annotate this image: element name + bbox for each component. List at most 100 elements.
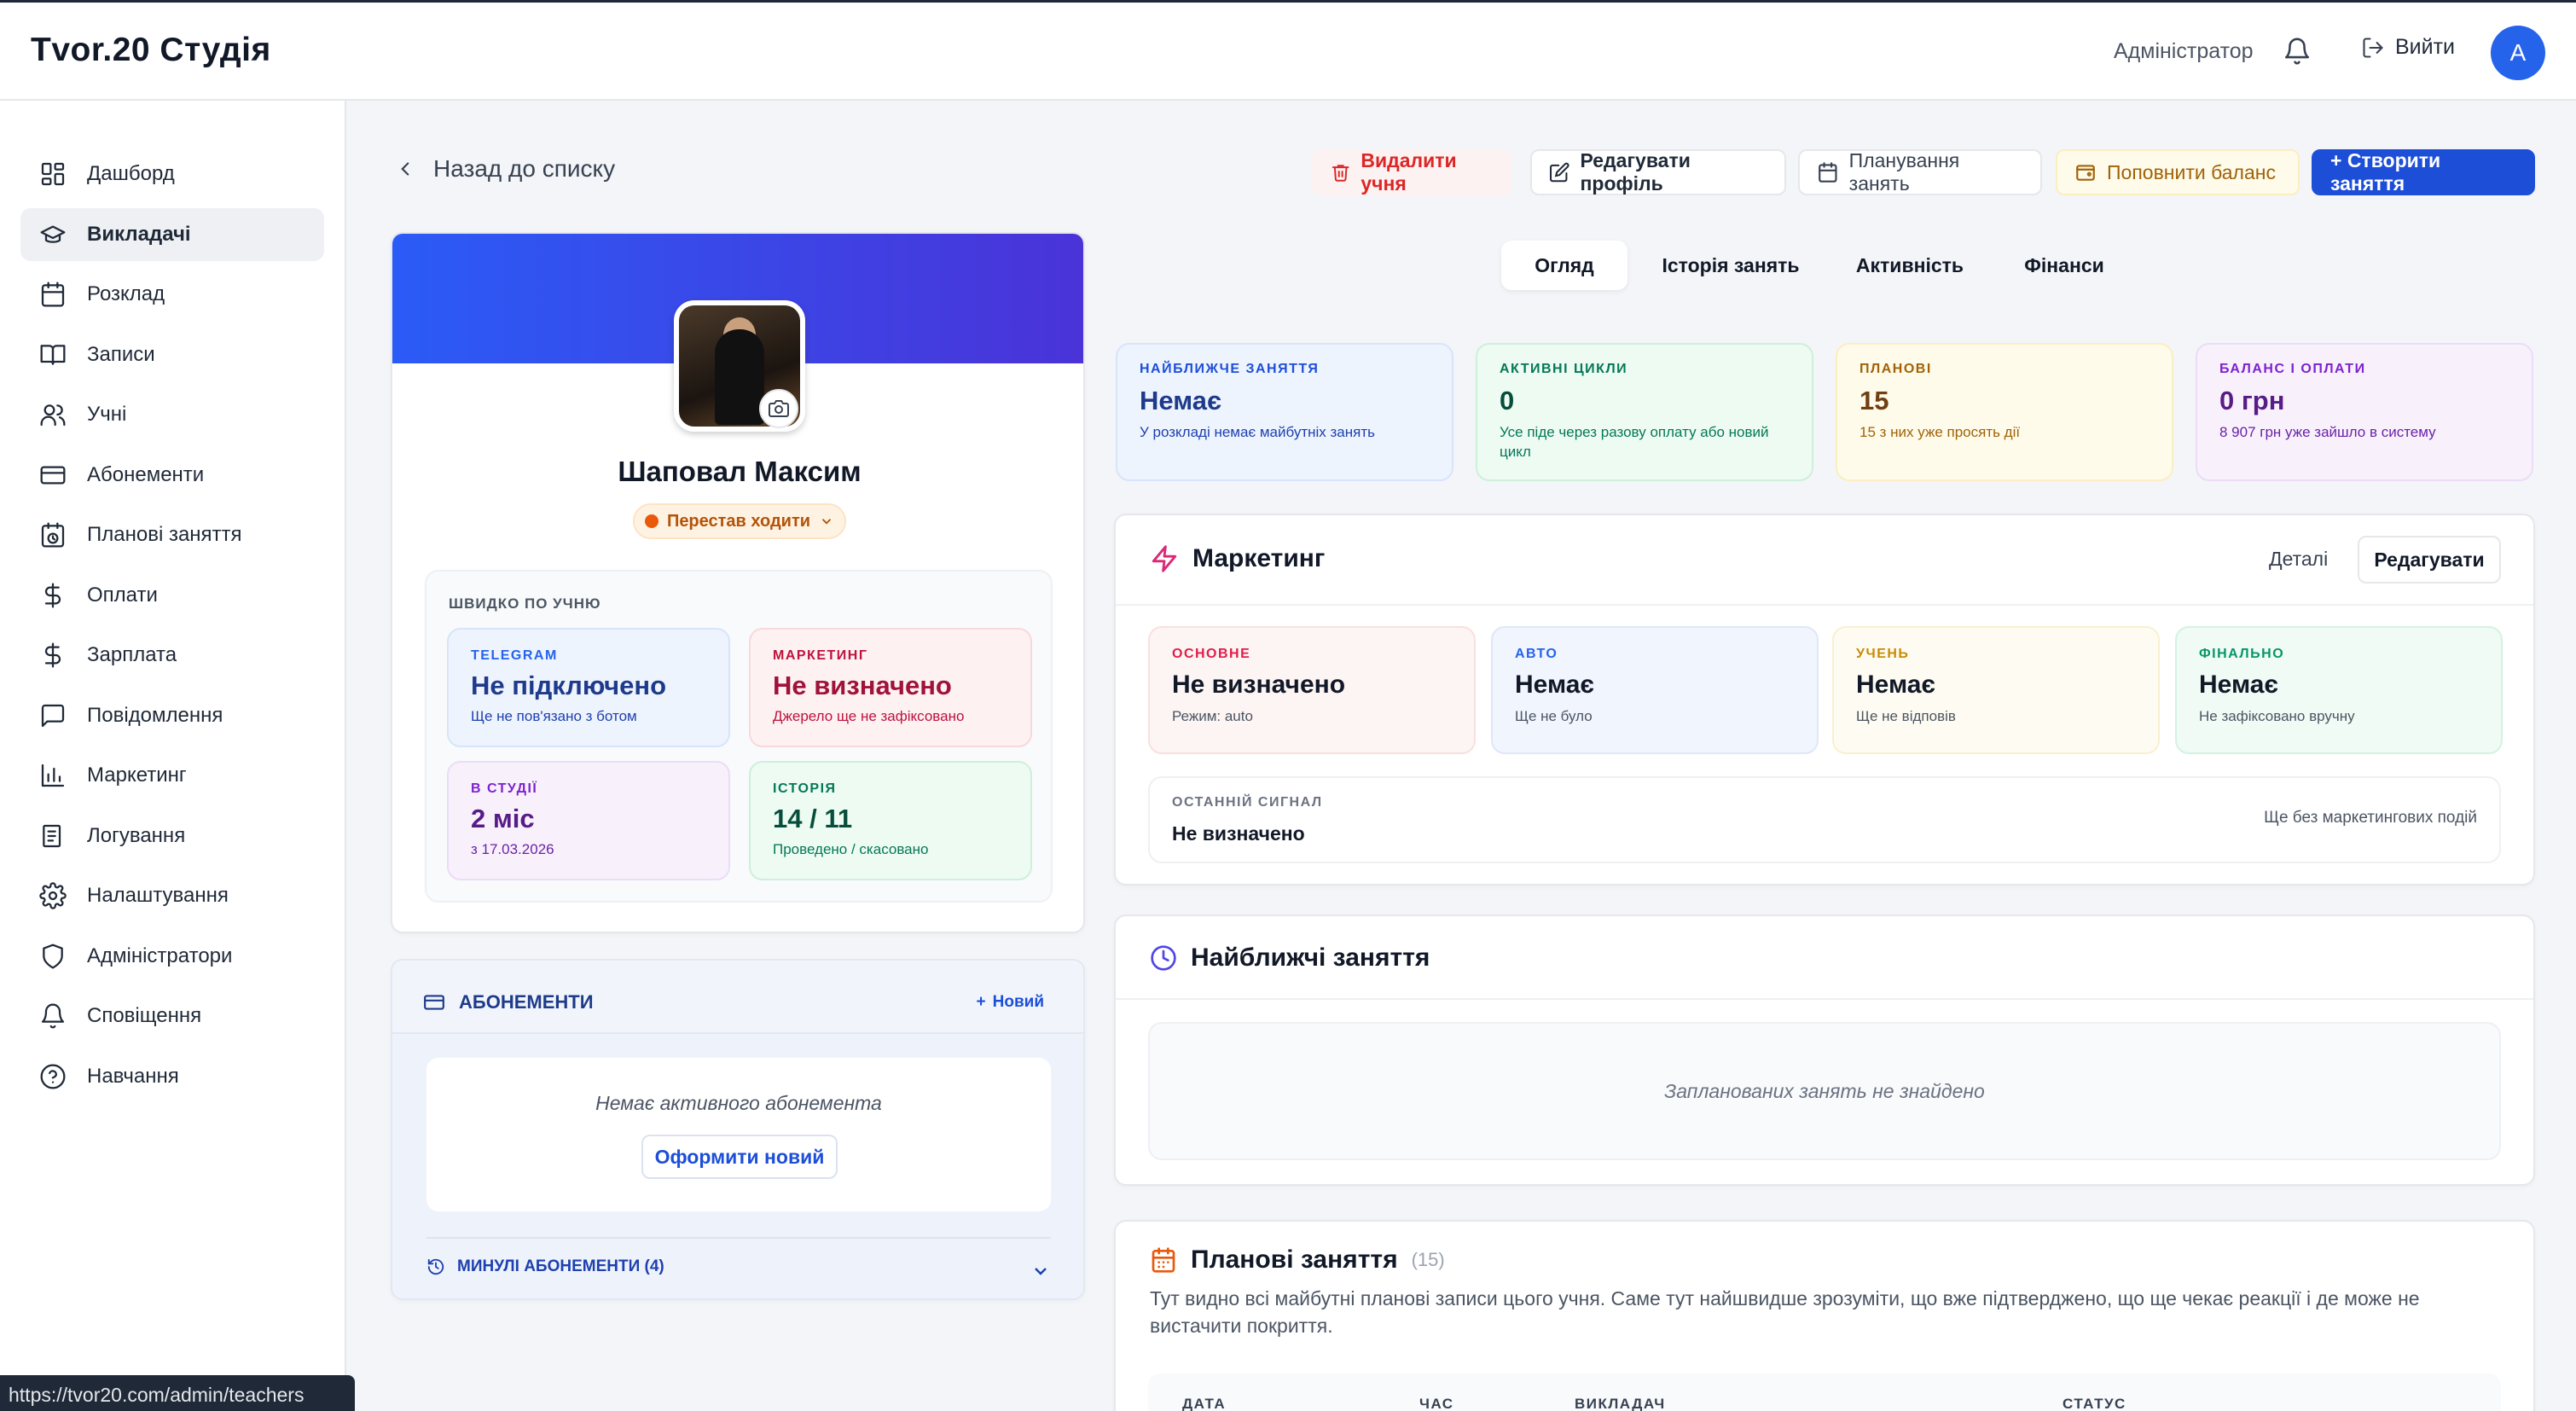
marketing-details-link[interactable]: Деталі: [2269, 548, 2328, 571]
sidebar-item-7[interactable]: Оплати: [20, 569, 324, 622]
sidebar-item-2[interactable]: Розклад: [20, 268, 324, 321]
credit-card-icon: [424, 995, 444, 1010]
new-subscription-button[interactable]: + Новий: [977, 993, 1044, 1012]
dollar-icon: [44, 642, 61, 668]
planned-table-header: ДАТА ЧАС ВИКЛАДАЧ СТАТУС: [1148, 1373, 2501, 1411]
history-icon: [427, 1258, 444, 1275]
sidebar-item-1[interactable]: Викладачі: [20, 207, 324, 261]
wallet-icon: [2076, 165, 2095, 181]
upcoming-title-text: Найближчі заняття: [1191, 944, 1430, 972]
planned-count: (15): [1411, 1249, 1445, 1270]
column-teacher[interactable]: ВИКЛАДАЧ: [1575, 1396, 1666, 1411]
sidebar-item-0[interactable]: Дашборд: [20, 148, 324, 200]
past-label: МИНУЛІ АБОНЕМЕНТИ (4): [457, 1257, 664, 1275]
avatar[interactable]: A: [2491, 26, 2545, 80]
column-time[interactable]: ЧАС: [1419, 1396, 1454, 1411]
tile-sub: Ще не було: [1515, 708, 1593, 724]
kpi-value: 15: [1859, 386, 1889, 415]
app-title[interactable]: Tvor.20 Студія: [31, 32, 271, 69]
kpi-value: Немає: [1140, 386, 1222, 415]
empty-subscription-text: Немає активного абонемента: [595, 1092, 882, 1114]
tab-overview[interactable]: Огляд: [1501, 241, 1627, 290]
sidebar-item-15[interactable]: Навчання: [20, 1050, 324, 1103]
sidebar-item-13[interactable]: Адміністратори: [20, 930, 324, 983]
help-icon: [40, 1064, 66, 1089]
kpi-value: 0 грн: [2219, 386, 2285, 415]
tile-label: АВТО: [1515, 647, 1558, 661]
sidebar-item-label: Записи: [87, 342, 155, 366]
kpi-label: БАЛАНС І ОПЛАТИ: [2219, 362, 2366, 376]
past-subscriptions-toggle[interactable]: МИНУЛІ АБОНЕМЕНТИ (4): [426, 1237, 1051, 1276]
subscriptions-card: АБОНЕМЕНТИ + Новий Немає активного абоне…: [391, 959, 1085, 1300]
upcoming-empty-state: Запланованих занять не знайдено: [1148, 1022, 2501, 1160]
back-label: Назад до списку: [433, 155, 616, 182]
sidebar-item-8[interactable]: Зарплата: [20, 629, 324, 682]
planned-title: Планові заняття (15): [1150, 1246, 1445, 1275]
edit-icon: [1550, 162, 1569, 183]
tile-sub: Не зафіксовано вручну: [2199, 708, 2355, 724]
sidebar-item-12[interactable]: Налаштування: [20, 869, 324, 922]
tab-history[interactable]: Історія занять: [1641, 241, 1820, 290]
tile-value: Не визначено: [1172, 671, 1346, 699]
history-tile: ІСТОРІЯ 14 / 11 Проведено / скасовано: [749, 761, 1032, 880]
tabs: Огляд Історія занять Активність Фінанси: [1114, 232, 2535, 304]
top-up-balance-button[interactable]: Поповнити баланс: [2056, 149, 2300, 195]
sidebar-item-11[interactable]: Логування: [20, 810, 324, 862]
credit-card-icon: [40, 466, 66, 484]
sidebar-item-14[interactable]: Сповіщення: [20, 990, 324, 1042]
tab-activity[interactable]: Активність: [1837, 241, 1982, 290]
calendar-icon: [1819, 162, 1837, 183]
marketing-main-tile: ОСНОВНЕ Не визначено Режим: auto: [1148, 626, 1476, 754]
marketing-edit-button[interactable]: Редагувати: [2358, 536, 2501, 584]
column-status[interactable]: СТАТУС: [2063, 1396, 2126, 1411]
sidebar-item-label: Навчання: [87, 1064, 179, 1088]
tile-value: Немає: [1515, 671, 1595, 699]
plan-lessons-button[interactable]: Планування занять: [1798, 149, 2042, 195]
calendar-icon: [41, 282, 65, 307]
chevron-down-icon: [821, 519, 832, 525]
kpi-sub: 8 907 грн уже зайшло в систему: [2219, 424, 2436, 440]
logout-button[interactable]: Вийти: [2361, 35, 2455, 60]
message-icon: [41, 704, 65, 727]
tile-sub: Ще не пов'язано з ботом: [471, 708, 637, 724]
camera-icon[interactable]: [759, 389, 798, 428]
tile-sub: Режим: auto: [1172, 708, 1253, 724]
subscriptions-title: АБОНЕМЕНТИ: [423, 991, 594, 1013]
bell-icon[interactable]: [2283, 37, 2312, 66]
telegram-tile[interactable]: TELEGRAM Не підключено Ще не пов'язано з…: [447, 628, 730, 747]
back-to-list-link[interactable]: Назад до списку: [394, 155, 615, 183]
sidebar-item-6[interactable]: Планові заняття: [20, 508, 324, 561]
tab-finance[interactable]: Фінанси: [1998, 241, 2131, 290]
column-date[interactable]: ДАТА: [1182, 1396, 1226, 1411]
marketing-tile[interactable]: МАРКЕТИНГ Не визначено Джерело ще не заф…: [749, 628, 1032, 747]
chevron-down-icon: [1035, 1268, 1047, 1275]
plan-label: Планування занять: [1848, 149, 1960, 195]
create-subscription-button[interactable]: Оформити новий: [641, 1135, 838, 1179]
role-label: Адміністратор: [2114, 39, 2254, 63]
last-signal-note: Ще без маркетингових подій: [2264, 809, 2477, 827]
sidebar-item-3[interactable]: Записи: [20, 328, 324, 381]
kpi-planned: ПЛАНОВІ 15 15 з них уже просять дії: [1836, 343, 2173, 481]
edit-profile-button[interactable]: Редагувати профіль: [1530, 149, 1786, 195]
sidebar-item-label: Дашборд: [87, 162, 175, 185]
sidebar-item-5[interactable]: Абонементи: [20, 449, 324, 502]
sidebar-item-10[interactable]: Маркетинг: [20, 749, 324, 802]
balance-label: Поповнити баланс: [2107, 160, 2276, 183]
delete-student-button[interactable]: Видалити учня: [1312, 149, 1511, 195]
tile-sub: Джерело ще не зафіксовано: [773, 708, 965, 724]
status-dropdown[interactable]: Перестав ходити: [633, 503, 846, 539]
tile-sub: Проведено / скасовано: [773, 841, 929, 857]
create-lesson-button[interactable]: + Створити заняття: [2312, 149, 2535, 195]
divider: [1116, 604, 2533, 606]
sidebar-item-label: Адміністратори: [87, 944, 233, 967]
logout-icon: [2363, 37, 2383, 58]
marketing-title: Маркетинг: [1150, 544, 1325, 573]
log-icon: [43, 824, 61, 847]
kpi-sub: Усе піде через разову оплату або новий ц…: [1500, 424, 1769, 460]
marketing-auto-tile: АВТО Немає Ще не було: [1491, 626, 1819, 754]
tile-label: МАРКЕТИНГ: [773, 648, 868, 663]
sidebar-item-4[interactable]: Учні: [20, 388, 324, 441]
sidebar-item-9[interactable]: Повідомлення: [20, 689, 324, 742]
photo-figure: [715, 329, 764, 425]
kpi-next-lesson: НАЙБЛИЖЧЕ ЗАНЯТТЯ Немає У розкладі немає…: [1116, 343, 1453, 481]
